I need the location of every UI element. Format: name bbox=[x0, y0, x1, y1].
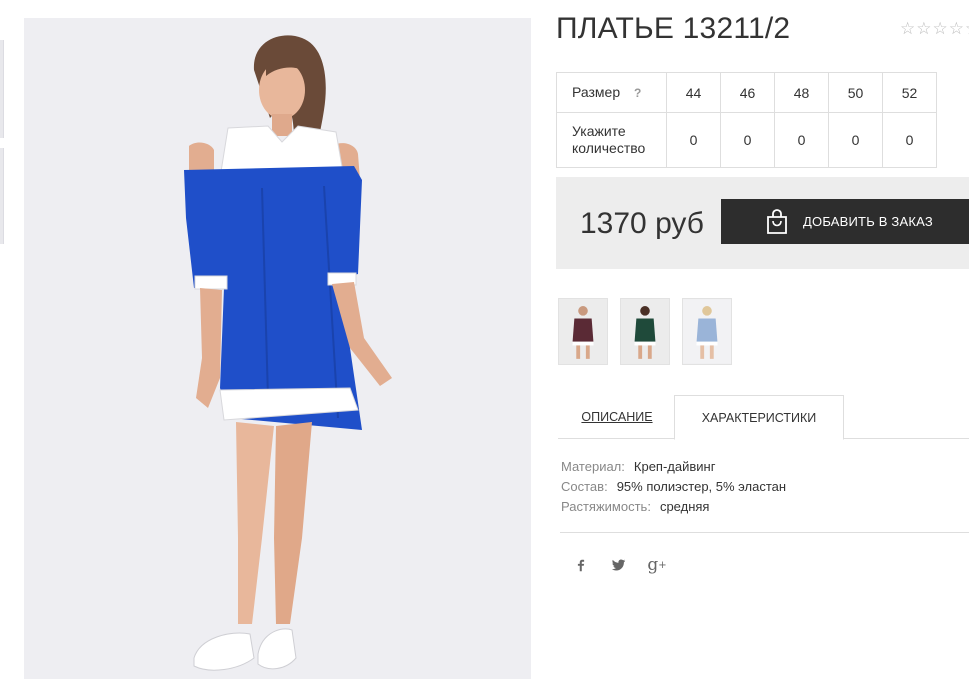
size-cell: 50 bbox=[828, 72, 883, 113]
spec-value: средняя bbox=[659, 499, 710, 514]
tab-characteristics[interactable]: ХАРАКТЕРИСТИКИ bbox=[674, 395, 844, 440]
quantity-label: Укажите количество bbox=[556, 112, 667, 168]
color-variants bbox=[558, 298, 732, 365]
quantity-input[interactable]: 0 bbox=[828, 112, 883, 168]
spec-value: 95% полиэстер, 5% эластан bbox=[616, 479, 787, 494]
star-icon[interactable]: ☆ bbox=[916, 20, 931, 37]
quantity-input[interactable]: 0 bbox=[882, 112, 937, 168]
size-cell: 44 bbox=[666, 72, 721, 113]
specs-list: Материал: Креп-дайвинг Состав: 95% полиэ… bbox=[561, 457, 786, 517]
thumbnail-strip bbox=[0, 40, 4, 254]
tab-description[interactable]: ОПИСАНИЕ bbox=[566, 395, 668, 439]
spec-key: Растяжимость: bbox=[561, 499, 651, 514]
add-to-order-button[interactable]: ДОБАВИТЬ В ЗАКАЗ bbox=[721, 199, 969, 244]
product-tabs: ОПИСАНИЕ ХАРАКТЕРИСТИКИ bbox=[558, 395, 969, 440]
divider bbox=[560, 532, 969, 533]
help-icon[interactable]: ? bbox=[634, 86, 641, 100]
spec-row: Состав: 95% полиэстер, 5% эластан bbox=[561, 477, 786, 497]
quantity-input[interactable]: 0 bbox=[774, 112, 829, 168]
thumbnail-fragment[interactable] bbox=[0, 40, 4, 138]
star-icon[interactable]: ☆ bbox=[965, 20, 969, 37]
spec-value: Креп-дайвинг bbox=[633, 459, 716, 474]
size-label-cell: Размер ? bbox=[556, 72, 667, 113]
lightblue-dress-variant[interactable] bbox=[682, 298, 732, 365]
spec-row: Растяжимость: средняя bbox=[561, 497, 786, 517]
add-to-order-label: ДОБАВИТЬ В ЗАКАЗ bbox=[803, 214, 933, 229]
quantity-row: Укажите количество 0 0 0 0 0 bbox=[556, 112, 937, 168]
size-cell: 52 bbox=[882, 72, 937, 113]
spec-row: Материал: Креп-дайвинг bbox=[561, 457, 786, 477]
product-photo[interactable] bbox=[24, 18, 531, 679]
twitter-icon[interactable] bbox=[610, 556, 628, 574]
price-bar: 1370 руб ДОБАВИТЬ В ЗАКАЗ bbox=[556, 177, 969, 269]
star-icon[interactable]: ☆ bbox=[933, 20, 948, 37]
shopping-bag-icon bbox=[767, 208, 787, 234]
size-cell: 46 bbox=[720, 72, 775, 113]
thumbnail-fragment[interactable] bbox=[0, 148, 4, 244]
google-plus-icon[interactable]: g + bbox=[647, 555, 666, 575]
size-cell: 48 bbox=[774, 72, 829, 113]
facebook-icon[interactable] bbox=[572, 556, 590, 574]
quantity-label-line2: количество bbox=[572, 140, 646, 156]
size-table: Размер ? 44 46 48 50 52 Укажите количест… bbox=[556, 72, 937, 168]
green-dress-variant[interactable] bbox=[620, 298, 670, 365]
burgundy-dress-variant[interactable] bbox=[558, 298, 608, 365]
social-share: g + bbox=[572, 555, 667, 575]
quantity-input[interactable]: 0 bbox=[720, 112, 775, 168]
size-label: Размер bbox=[572, 83, 621, 100]
spec-key: Материал: bbox=[561, 459, 625, 474]
size-row: Размер ? 44 46 48 50 52 bbox=[556, 72, 937, 113]
product-title: ПЛАТЬЕ 13211/2 bbox=[556, 12, 791, 45]
quantity-input[interactable]: 0 bbox=[666, 112, 721, 168]
spec-key: Состав: bbox=[561, 479, 608, 494]
price: 1370 руб bbox=[580, 207, 704, 240]
quantity-label-line1: Укажите bbox=[572, 123, 626, 139]
star-icon[interactable]: ☆ bbox=[900, 20, 915, 37]
rating-stars[interactable]: ☆ ☆ ☆ ☆ ☆ bbox=[900, 20, 969, 37]
star-icon[interactable]: ☆ bbox=[949, 20, 964, 37]
